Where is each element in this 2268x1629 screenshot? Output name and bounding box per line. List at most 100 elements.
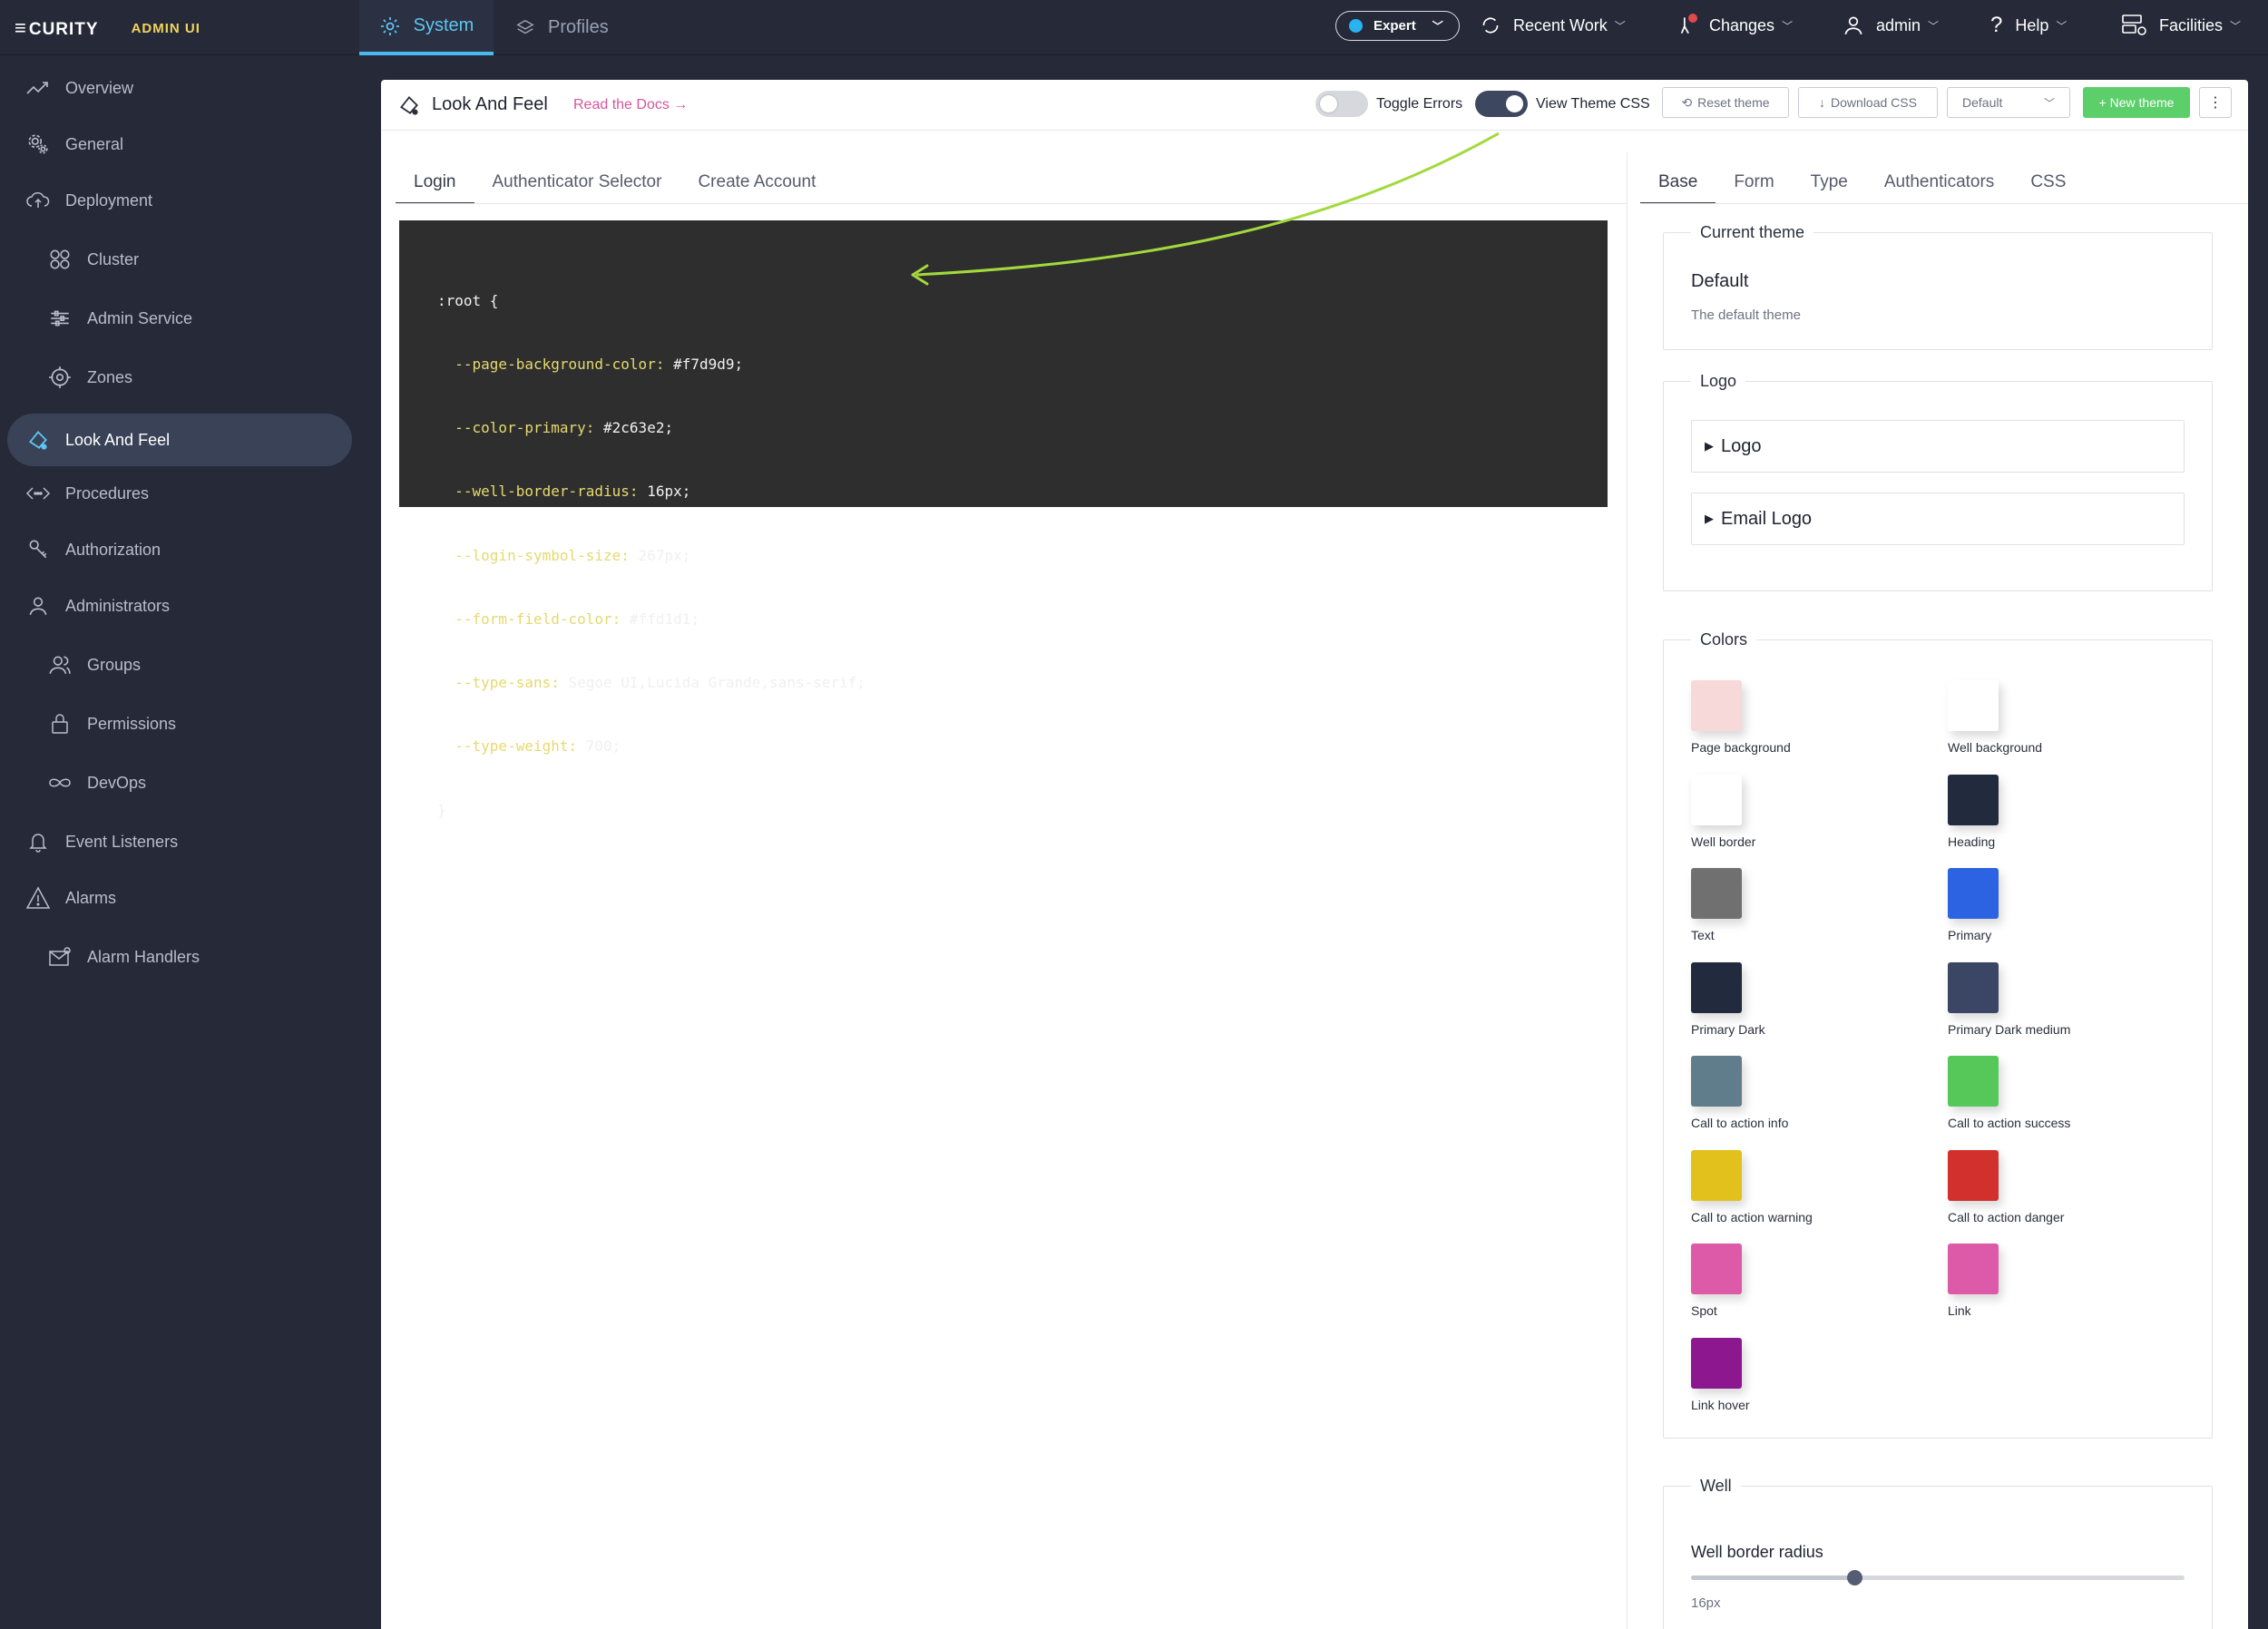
color-swatch[interactable]	[1691, 1244, 1742, 1294]
main-header: Look And Feel Read the Docs → Toggle Err…	[381, 80, 2248, 131]
sidebar-item-devops[interactable]: DevOps	[0, 758, 359, 807]
user-menu[interactable]: admin ﹀	[1842, 0, 1939, 51]
admin-ui-label: ADMIN UI	[131, 20, 200, 36]
tab-profiles[interactable]: Profiles	[515, 0, 624, 55]
color-swatch[interactable]	[1948, 1056, 1999, 1107]
sidebar-item-overview[interactable]: Overview	[0, 63, 359, 112]
tab-base[interactable]: Base	[1640, 171, 1716, 204]
sidebar-item-cluster[interactable]: Cluster	[0, 235, 359, 284]
color-swatch[interactable]	[1948, 1244, 1999, 1294]
tab-system[interactable]: System	[359, 0, 494, 55]
current-theme-name: Default	[1691, 271, 1749, 291]
reset-theme-button[interactable]: ⟲ Reset theme	[1662, 87, 1789, 118]
sidebar-item-look-and-feel[interactable]: Look And Feel	[7, 414, 352, 466]
well-section: Well Well border radius 16px	[1663, 1477, 2213, 1629]
color-swatch-label: Primary Dark medium	[1948, 1021, 2071, 1037]
email-logo-collapsible[interactable]: ▶ Email Logo	[1691, 493, 2185, 545]
toggle-errors-switch[interactable]	[1315, 91, 1368, 117]
css-value: #f7d9d9;	[664, 356, 744, 374]
tab-css[interactable]: CSS	[2012, 171, 2084, 204]
color-swatch[interactable]	[1948, 1149, 1999, 1201]
css-value: #2c63e2;	[594, 419, 674, 437]
tab-create-account[interactable]: Create Account	[679, 171, 834, 204]
sidebar-item-deployment[interactable]: Deployment	[0, 176, 359, 225]
read-the-docs-link[interactable]: Read the Docs →	[573, 97, 688, 113]
css-value: 16px;	[638, 483, 691, 501]
code-icon	[25, 481, 51, 506]
target-icon	[47, 365, 73, 390]
color-swatch[interactable]	[1948, 774, 1999, 825]
download-css-button[interactable]: ↓ Download CSS	[1798, 87, 1938, 118]
tab-form[interactable]: Form	[1716, 171, 1792, 204]
recent-work-label: Recent Work	[1513, 15, 1608, 34]
pane-divider[interactable]	[1627, 152, 1628, 1629]
color-swatch-label: Call to action warning	[1691, 1209, 1813, 1224]
color-swatch[interactable]	[1948, 868, 1999, 919]
code-line: :root {	[437, 291, 499, 309]
sidebar-item-general[interactable]: General	[0, 120, 359, 169]
code-line: --page-background-color: #f7d9d9;	[437, 354, 1608, 375]
color-swatch[interactable]	[1691, 1056, 1742, 1107]
color-swatch[interactable]	[1691, 1337, 1742, 1389]
sidebar-item-procedures[interactable]: Procedures	[0, 469, 359, 518]
color-swatch-item: Well background	[1948, 680, 2202, 771]
settings-tabs: Base Form Type Authenticators CSS	[1640, 171, 2084, 204]
curity-logo: ≡ CURITY	[15, 16, 99, 39]
css-property: --well-border-radius:	[455, 483, 639, 501]
logo-section: Logo ▶ Logo ▶ Email Logo	[1663, 372, 2213, 591]
sidebar-item-event-listeners[interactable]: Event Listeners	[0, 817, 359, 866]
color-swatch-item: Primary Dark medium	[1948, 961, 2202, 1053]
user-label: admin	[1876, 15, 1921, 34]
well-border-radius-slider[interactable]	[1691, 1570, 2185, 1585]
slider-thumb[interactable]	[1846, 1570, 1862, 1585]
view-theme-css-switch[interactable]	[1475, 91, 1528, 117]
logo-legend: Logo	[1691, 372, 1746, 391]
sidebar-item-alarm-handlers[interactable]: Alarm Handlers	[0, 932, 359, 981]
facilities-menu[interactable]: Facilities ﹀	[2121, 0, 2241, 51]
sidebar-item-administrators[interactable]: Administrators	[0, 581, 359, 630]
divider	[396, 203, 1628, 204]
color-swatch[interactable]	[1691, 961, 1742, 1013]
sidebar-item-alarms[interactable]: Alarms	[0, 873, 359, 922]
theme-select-value: Default	[1962, 95, 2003, 110]
color-swatch[interactable]	[1948, 961, 1999, 1013]
divider	[1640, 203, 2248, 204]
logo-collapsible[interactable]: ▶ Logo	[1691, 420, 2185, 473]
sidebar-item-authorization[interactable]: Authorization	[0, 525, 359, 574]
color-swatch[interactable]	[1691, 774, 1742, 825]
theme-select[interactable]: Default ﹀	[1947, 87, 2070, 118]
sidebar-item-permissions[interactable]: Permissions	[0, 699, 359, 748]
new-theme-button[interactable]: + New theme	[2083, 87, 2190, 118]
brand[interactable]: ≡ CURITY ADMIN UI	[15, 15, 200, 42]
sidebar-item-zones[interactable]: Zones	[0, 353, 359, 402]
page-title: Look And Feel	[432, 94, 548, 114]
facilities-label: Facilities	[2159, 15, 2224, 34]
color-swatch-item: Primary	[1948, 868, 2202, 959]
sidebar-item-admin-service[interactable]: Admin Service	[0, 294, 359, 343]
sidebar-item-label: Procedures	[65, 483, 150, 502]
triangle-right-icon: ▶	[1705, 512, 1714, 525]
css-property: --type-weight:	[455, 737, 578, 756]
tab-authenticator-selector[interactable]: Authenticator Selector	[474, 171, 680, 204]
changes-badge	[1688, 14, 1697, 23]
more-options-button[interactable]: ⋮	[2199, 87, 2232, 118]
tab-login[interactable]: Login	[396, 171, 474, 204]
color-swatch-item: Call to action danger	[1948, 1149, 2202, 1241]
expert-mode-dropdown[interactable]: Expert ﹀	[1335, 11, 1460, 41]
color-swatch[interactable]	[1691, 680, 1742, 731]
color-swatch[interactable]	[1691, 868, 1742, 919]
recent-work-menu[interactable]: Recent Work ﹀	[1479, 0, 1626, 51]
color-swatch[interactable]	[1691, 1149, 1742, 1201]
tab-type[interactable]: Type	[1793, 171, 1866, 204]
sidebar-item-label: Look And Feel	[65, 430, 171, 449]
theme-css-code-block: :root { --page-background-color: #f7d9d9…	[399, 220, 1608, 819]
color-swatch[interactable]	[1948, 680, 1999, 731]
css-property: --login-symbol-size:	[455, 546, 630, 564]
tab-authenticators[interactable]: Authenticators	[1866, 171, 2012, 204]
help-menu[interactable]: ? Help ﹀	[1990, 0, 2067, 51]
changes-menu[interactable]: Changes ﹀	[1675, 0, 1793, 51]
code-line: --login-symbol-size: 267px;	[437, 545, 1608, 566]
sidebar-item-groups[interactable]: Groups	[0, 640, 359, 689]
triangle-right-icon: ▶	[1705, 439, 1714, 453]
css-value: 700;	[577, 737, 621, 756]
